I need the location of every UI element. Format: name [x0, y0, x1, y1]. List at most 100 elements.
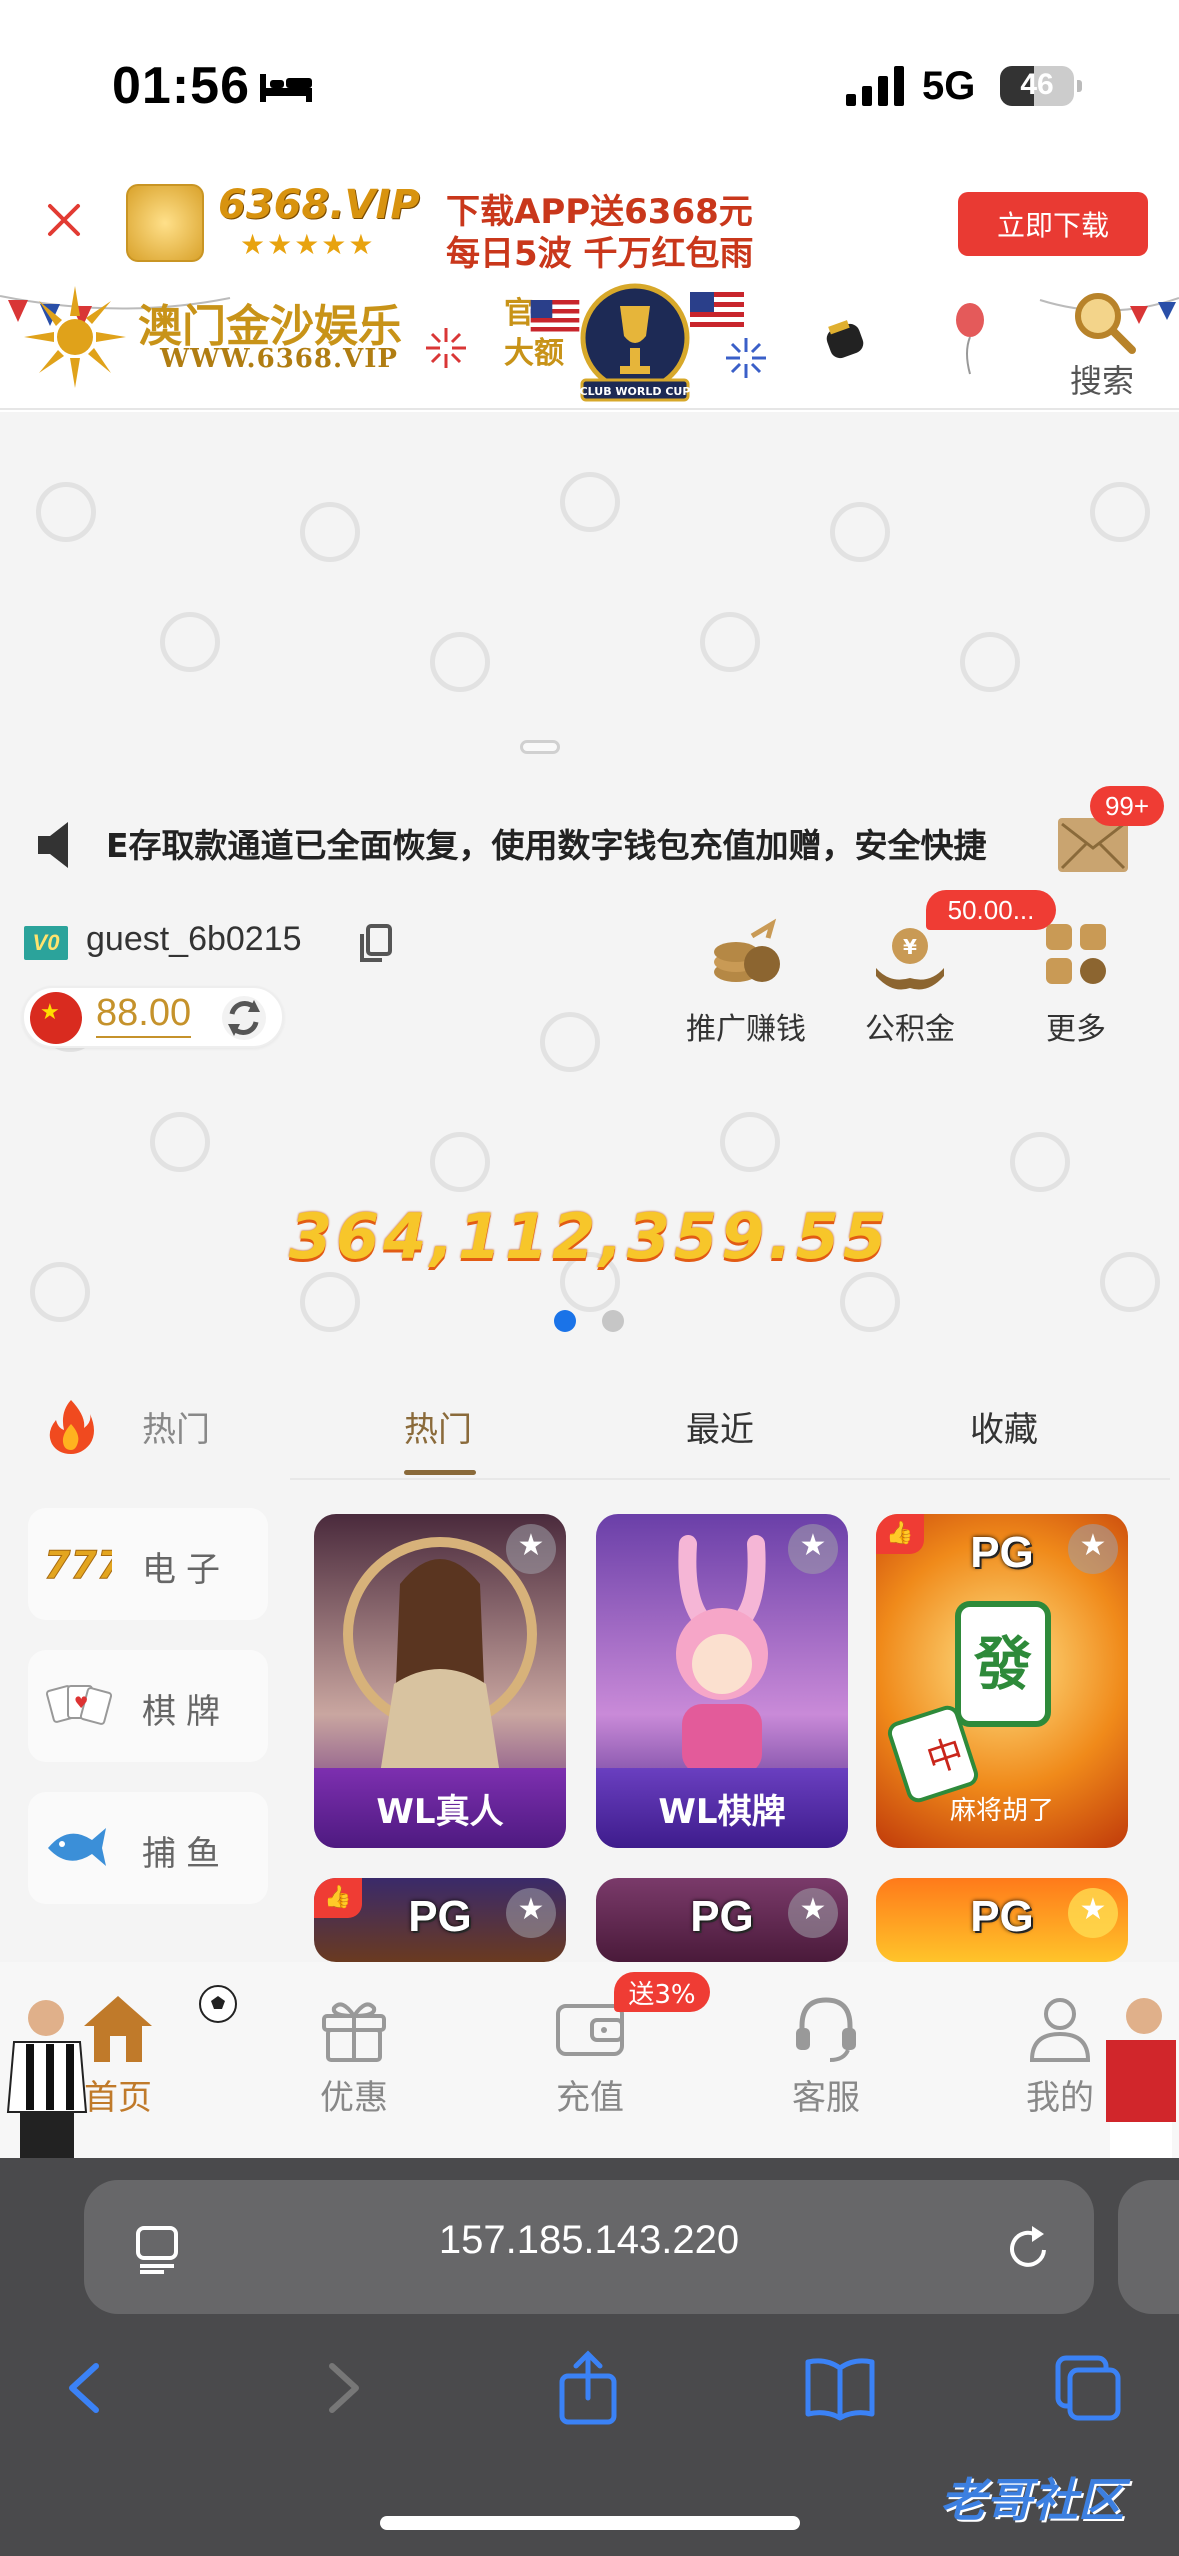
cellular-signal-icon — [846, 66, 904, 106]
nav-label: 我的 — [1026, 2078, 1094, 2118]
firework-icon-2 — [726, 338, 766, 378]
network-type: 5G — [922, 64, 976, 108]
favorite-star-icon[interactable]: ★ — [506, 1524, 556, 1574]
game-name: WL真人 — [314, 1768, 566, 1848]
download-now-button[interactable]: 立即下载 — [958, 192, 1148, 256]
tabs-icon[interactable] — [1048, 2348, 1128, 2428]
nav-profile[interactable]: 我的 — [990, 1992, 1130, 2119]
favorite-star-icon[interactable]: ★ — [1068, 1888, 1118, 1938]
refresh-balance-icon[interactable] — [218, 992, 270, 1044]
drag-handle[interactable] — [520, 740, 560, 754]
bookmarks-icon[interactable] — [800, 2348, 880, 2428]
search-icon[interactable] — [1068, 286, 1138, 356]
china-flag-icon: ★ — [30, 992, 82, 1044]
nav-home[interactable]: 首页 — [48, 1992, 188, 2119]
game-card-mahjong-ways[interactable]: 👍 PG 發中 ★ 麻将胡了 — [876, 1514, 1128, 1848]
coins-icon — [714, 918, 780, 982]
favorite-star-icon[interactable]: ★ — [788, 1888, 838, 1938]
game-card-wl-live[interactable]: ★ WL真人 — [314, 1514, 566, 1848]
more-button[interactable]: 更多 — [1006, 914, 1146, 1048]
nav-label: 首页 — [84, 2078, 152, 2118]
search-label[interactable]: 搜索 — [1070, 356, 1134, 402]
next-tab-preview[interactable] — [1118, 2180, 1179, 2314]
status-time: 01:56 — [112, 57, 250, 115]
back-icon[interactable] — [48, 2348, 128, 2428]
username: guest_6b0215 — [86, 920, 302, 958]
share-icon[interactable] — [548, 2348, 628, 2428]
fish-icon — [48, 1828, 106, 1866]
user-icon — [1029, 1998, 1091, 2062]
tab-divider — [290, 1478, 1170, 1480]
usa-flag-icon-2 — [530, 300, 580, 336]
tab-favorites[interactable]: 收藏 — [970, 1402, 1038, 1451]
nav-label: 优惠 — [320, 2078, 388, 2118]
announcement-marquee[interactable]: E存取款通道已全面恢复，使用数字钱包充值加赠，安全快捷 — [106, 818, 1052, 874]
soccer-ball-icon — [199, 1985, 237, 2023]
copy-icon[interactable] — [356, 924, 392, 964]
gift-icon — [322, 2002, 386, 2062]
club-world-cup-trophy-icon: CLUB WORLD CUP — [580, 283, 691, 402]
status-bar: 01:56 5G 46 — [0, 0, 1179, 170]
vip-level-badge: V0 — [24, 926, 68, 960]
more-grid-icon — [1046, 924, 1106, 984]
sidebar-item-slots[interactable]: 777 电子 — [28, 1508, 268, 1620]
nav-label: 客服 — [792, 2078, 860, 2118]
mail-icon[interactable] — [1058, 818, 1128, 872]
nav-support[interactable]: 客服 — [756, 1992, 896, 2119]
ad-promo-line2: 每日5波 千万红包雨 — [446, 234, 754, 274]
recharge-bonus-badge: 送3% — [614, 1972, 710, 2012]
sidebar-item-label: 电子 — [142, 1550, 230, 1590]
game-card-wl-cards[interactable]: ★ WL棋牌 — [596, 1514, 848, 1848]
carousel-dot-active[interactable] — [554, 1310, 576, 1332]
favorite-star-icon[interactable]: ★ — [788, 1524, 838, 1574]
brand-url: WWW.6368.VIP — [160, 344, 398, 374]
promote-earn-button[interactable]: 推广赚钱 — [676, 914, 816, 1048]
gloves-icon — [826, 320, 864, 359]
trophy-text: CLUB WORLD CUP — [580, 385, 691, 398]
watermark: 老哥社区 — [940, 2474, 1124, 2526]
url-text[interactable]: 157.185.143.220 — [84, 2218, 1094, 2263]
battery-level: 46 — [1020, 68, 1054, 101]
mail-count-badge: 99+ — [1090, 786, 1164, 826]
sidebar-item-fishing[interactable]: 捕鱼 — [28, 1792, 268, 1904]
sidebar-item-label: 棋牌 — [142, 1692, 230, 1732]
sidebar-item-label: 捕鱼 — [142, 1834, 230, 1874]
provident-fund-button[interactable]: ¥ 公积金 — [840, 914, 980, 1048]
carousel-dot[interactable] — [602, 1310, 624, 1332]
fire-icon — [49, 1400, 94, 1454]
game-card[interactable]: PG ★ — [876, 1878, 1128, 1962]
brand-sun-logo — [24, 286, 126, 388]
nav-promotions[interactable]: 优惠 — [284, 1992, 424, 2119]
speaker-icon — [38, 822, 68, 868]
close-icon[interactable] — [44, 200, 84, 240]
cards-icon: ♥ — [45, 1685, 112, 1725]
favorite-star-icon[interactable]: ★ — [506, 1888, 556, 1938]
svg-text:發: 發 — [973, 1630, 1032, 1698]
home-icon — [84, 1996, 152, 2062]
active-tab-indicator — [404, 1470, 476, 1475]
ad-stars: ★★★★★ — [240, 228, 376, 261]
balloon-icon — [956, 303, 984, 375]
jackpot-counter: 364,112,359.55 — [288, 1200, 891, 1273]
forward-icon[interactable] — [300, 2348, 380, 2428]
game-card[interactable]: 👍 PG ★ — [314, 1878, 566, 1962]
quick-action-label: 公积金 — [865, 1012, 955, 1047]
game-card[interactable]: PG ★ — [596, 1878, 848, 1962]
tab-recent[interactable]: 最近 — [686, 1402, 754, 1451]
account-balance: 88.00 — [96, 990, 192, 1038]
svg-text:777: 777 — [44, 1543, 112, 1587]
ad-logo-text: 6368.VIP — [218, 182, 420, 228]
home-indicator[interactable] — [380, 2516, 800, 2530]
sleep-bed-icon — [260, 74, 312, 102]
hot-category-label[interactable]: 热门 — [142, 1402, 210, 1451]
sidebar-item-cards[interactable]: ♥ 棋牌 — [28, 1650, 268, 1762]
tab-hot[interactable]: 热门 — [404, 1402, 472, 1451]
app-logo — [126, 184, 204, 262]
nav-label: 充值 — [556, 2078, 624, 2118]
battery-icon: 46 — [1000, 66, 1082, 106]
reload-icon[interactable] — [1004, 2224, 1054, 2274]
usa-flag-icon — [690, 292, 744, 332]
favorite-star-icon[interactable]: ★ — [1068, 1524, 1118, 1574]
firework-icon — [426, 328, 466, 368]
svg-text:¥: ¥ — [903, 935, 917, 959]
